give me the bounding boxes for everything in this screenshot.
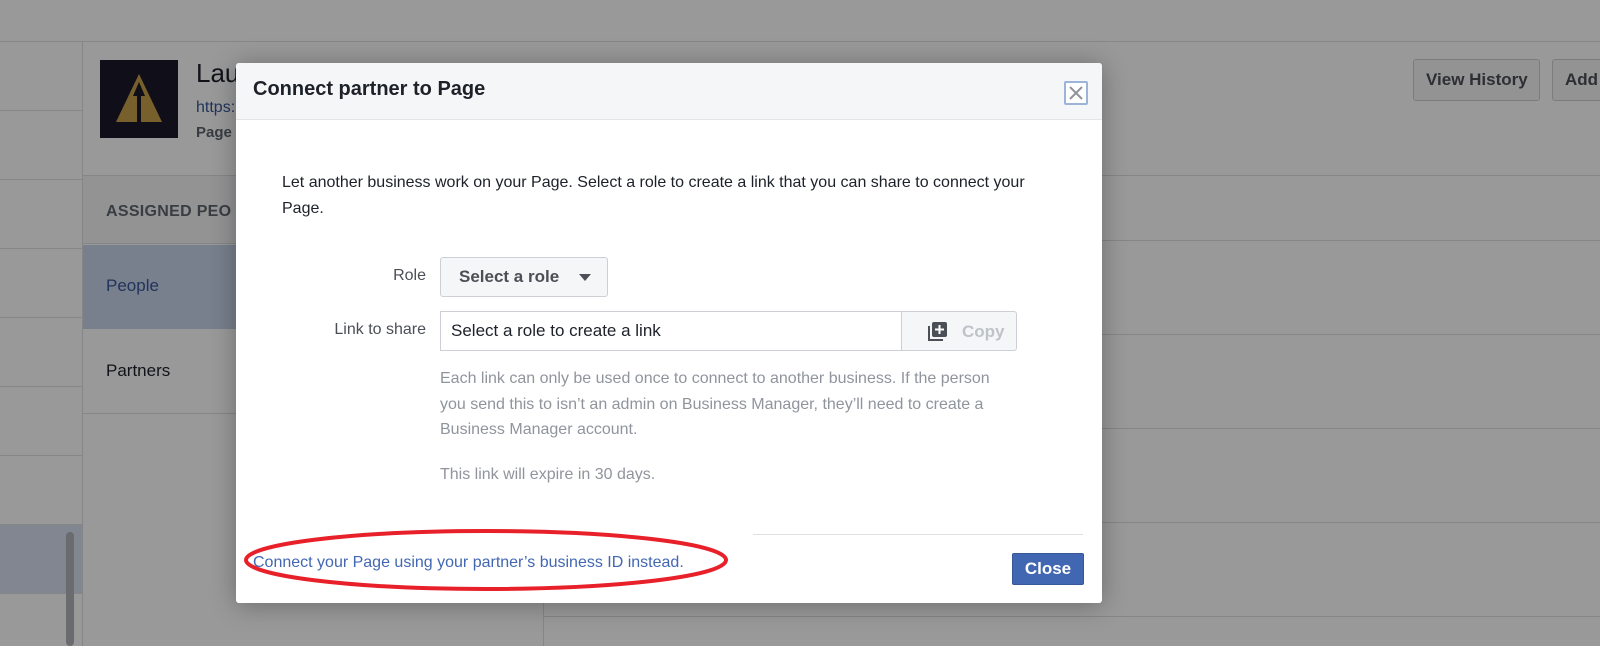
chevron-down-icon [579,274,591,281]
link-expire-text: This link will expire in 30 days. [440,466,656,483]
dialog-header: Connect partner to Page [236,63,1102,120]
footer-divider [753,534,1083,535]
link-help-text: Each link can only be used once to conne… [440,370,990,438]
dialog-title: Connect partner to Page [253,78,486,100]
red-ellipse-annotation [244,529,728,591]
close-x-icon[interactable] [1064,81,1088,105]
role-label: Role [393,267,426,284]
link-to-share-label: Link to share [334,321,426,338]
role-select[interactable]: Select a role [440,257,608,297]
close-button[interactable]: Close [1012,553,1084,585]
role-select-value: Select a role [459,267,560,286]
dialog-intro: Let another business work on your Page. … [282,174,1025,217]
copy-button[interactable]: Copy [901,311,1017,351]
copy-label: Copy [962,322,1005,341]
connect-partner-dialog: Connect partner to Page Let another busi… [236,63,1102,603]
copy-icon [928,321,948,346]
share-link-input[interactable]: Select a role to create a link [440,311,901,351]
